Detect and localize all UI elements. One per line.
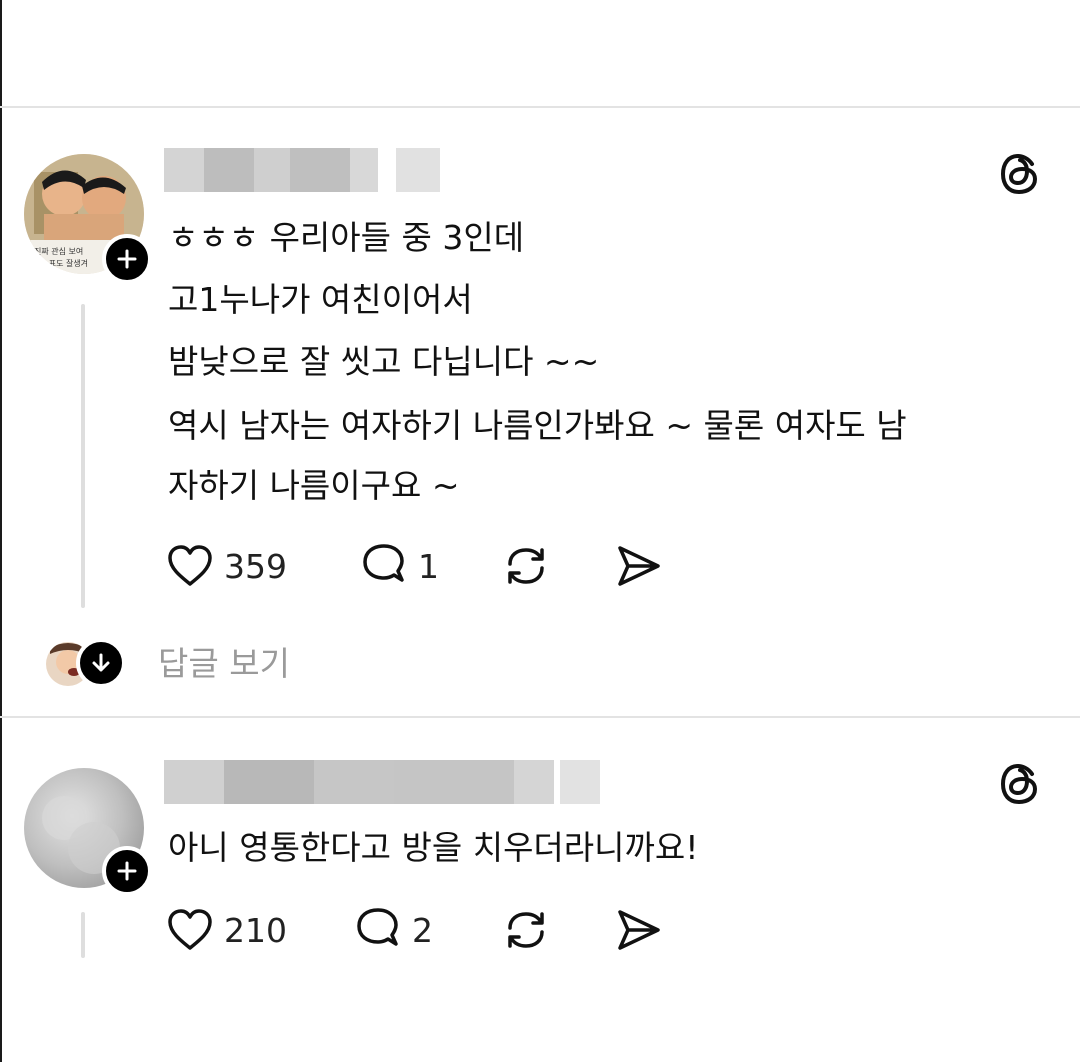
top-divider — [0, 106, 1080, 108]
comment-bubble-icon — [357, 908, 398, 946]
arrow-down-icon — [92, 653, 110, 672]
post-1-line-1: ㅎㅎㅎ 우리아들 중 3인데 — [168, 218, 525, 257]
share-button[interactable] — [612, 538, 664, 594]
repost-icon — [508, 548, 544, 584]
avatar-caption-line-1: 진짜 관심 보여 — [34, 247, 84, 256]
post-1-line-2: 고1누나가 여친이어서 — [168, 280, 473, 319]
threads-logo-icon[interactable] — [998, 762, 1042, 806]
avatar-caption-line-2: ~표도 잘생겨 — [42, 259, 89, 268]
like-button-2[interactable]: 210 — [164, 902, 287, 958]
repost-button-2[interactable] — [500, 902, 552, 958]
post-1-line-3: 밤낮으로 잘 씻고 다닙니다 ~~ — [168, 342, 600, 381]
heart-icon — [168, 545, 212, 586]
comment-bubble-icon — [363, 544, 404, 582]
thread-connector — [81, 304, 85, 608]
post-1-line-5: 자하기 나름이구요 ~ — [168, 466, 460, 505]
post-2-username[interactable] — [164, 760, 604, 804]
comment-count-2: 2 — [412, 910, 433, 950]
plus-icon — [117, 249, 137, 269]
frame-edge — [0, 0, 2, 1062]
like-button[interactable]: 359 — [164, 538, 287, 594]
like-count-2: 210 — [224, 910, 287, 950]
follow-button[interactable] — [102, 234, 152, 284]
post-1-line-4: 역시 남자는 여자하기 나름인가봐요 ~ 물론 여자도 남 — [168, 406, 907, 445]
comment-button-2[interactable]: 2 — [352, 902, 433, 958]
like-count: 359 — [224, 546, 287, 586]
post-2-line-1: 아니 영통한다고 방을 치우더라니까요! — [168, 828, 699, 867]
view-replies-label[interactable]: 답글 보기 — [158, 640, 290, 688]
heart-icon — [168, 909, 212, 950]
comment-count: 1 — [418, 546, 439, 586]
share-button-2[interactable] — [612, 902, 664, 958]
send-icon — [618, 546, 660, 586]
send-icon — [618, 910, 660, 950]
repost-icon — [508, 912, 544, 948]
comment-button[interactable]: 1 — [358, 538, 439, 594]
post-divider — [0, 716, 1080, 718]
repost-button[interactable] — [500, 538, 552, 594]
thread-connector-2 — [81, 912, 85, 958]
expand-replies-button[interactable] — [76, 638, 126, 688]
follow-button-2[interactable] — [102, 846, 152, 896]
threads-logo-icon[interactable] — [998, 152, 1042, 196]
plus-icon — [117, 861, 137, 881]
post-1-username[interactable] — [164, 148, 444, 192]
